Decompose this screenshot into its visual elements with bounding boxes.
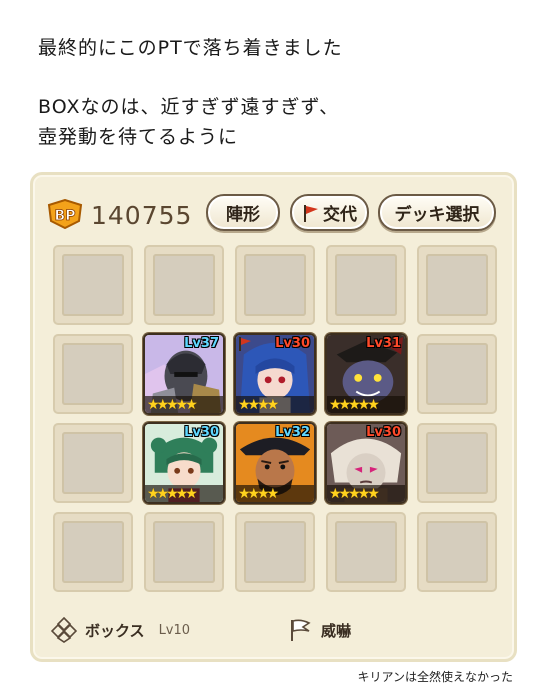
leader-skill-info: 威嚇 <box>287 617 351 643</box>
leader-skill-name: 威嚇 <box>321 621 352 640</box>
empty-slot[interactable] <box>417 512 497 592</box>
formation-button-label: 陣形 <box>226 205 260 225</box>
star-rating: ★★★★★ <box>147 396 198 413</box>
unit-card-blue-hair-girl[interactable]: Lv30 ★★★★ <box>234 333 316 415</box>
unit-card-pirate[interactable]: Lv32 ★★★★ <box>234 422 316 504</box>
empty-slot[interactable] <box>326 512 406 592</box>
empty-slot[interactable] <box>53 512 133 592</box>
star-rating: ★★★★★ <box>329 396 380 413</box>
leader-flag-outline-icon <box>291 619 311 641</box>
empty-slot[interactable] <box>417 334 497 414</box>
formation-grid: Lv37 ★★★★★ Lv30 ★★★★ Lv31 ★★★★★ Lv30 ★★★… <box>53 245 497 592</box>
unit-card-knight[interactable]: Lv37 ★★★★★ <box>143 333 225 415</box>
empty-slot[interactable] <box>144 512 224 592</box>
bp-value: 140755 <box>91 201 193 230</box>
unit-level: Lv32 <box>275 425 310 440</box>
unit-stars: ★★★★★ <box>327 396 405 413</box>
unit-stars: ★★★★★ <box>145 485 223 502</box>
unit-stars: ★★★★ <box>236 485 314 502</box>
note-line-1: 最終的にこのPTで落ち着きました <box>38 37 343 59</box>
note-line-2: BOXなのは、近すぎず遠すぎず、 <box>38 96 340 118</box>
empty-slot[interactable] <box>53 245 133 325</box>
empty-slot[interactable] <box>53 423 133 503</box>
empty-slot[interactable] <box>235 245 315 325</box>
unit-card-beast[interactable]: Lv31 ★★★★★ <box>325 333 407 415</box>
formation-diamond-icon <box>51 617 77 643</box>
swap-button[interactable]: 交代 <box>290 194 369 231</box>
star-rating: ★★★★ <box>238 396 279 413</box>
formation-info: ボックス Lv10 <box>51 617 190 643</box>
unit-card-green-hair-girl[interactable]: Lv30 ★★★★★ <box>143 422 225 504</box>
caption: キリアンは全然使えなかった <box>357 670 513 684</box>
unit-stars: ★★★★ <box>236 396 314 413</box>
unit-level: Lv37 <box>184 336 219 351</box>
star-rating: ★★★★★ <box>329 485 380 502</box>
bp-label: BP <box>55 208 76 224</box>
formation-name: ボックス <box>85 621 145 640</box>
star-rating: ★★★★ <box>238 485 279 502</box>
formation-level: Lv10 <box>158 622 191 638</box>
empty-slot[interactable] <box>417 245 497 325</box>
formation-button[interactable]: 陣形 <box>206 194 280 231</box>
unit-stars: ★★★★★ <box>145 396 223 413</box>
star-rating: ★★★★★ <box>147 485 198 502</box>
unit-stars: ★★★★★ <box>327 485 405 502</box>
swap-button-label: 交代 <box>323 205 357 225</box>
empty-slot[interactable] <box>144 245 224 325</box>
unit-level: Lv30 <box>184 425 219 440</box>
leader-flag-icon <box>239 337 251 351</box>
unit-level: Lv31 <box>366 336 401 351</box>
unit-level: Lv30 <box>366 425 401 440</box>
party-panel: BP 140755 陣形 交代 デッキ選択 Lv37 ★★★★★ Lv30 ★★… <box>30 172 517 662</box>
empty-slot[interactable] <box>326 245 406 325</box>
bp-badge-icon: BP <box>47 199 83 229</box>
deck-select-button[interactable]: デッキ選択 <box>378 194 496 231</box>
empty-slot[interactable] <box>417 423 497 503</box>
empty-slot[interactable] <box>235 512 315 592</box>
unit-level: Lv30 <box>275 336 310 351</box>
note-line-3: 壺発動を待てるように <box>38 126 239 148</box>
deck-select-button-label: デッキ選択 <box>394 205 480 225</box>
flag-icon <box>304 204 318 222</box>
unit-card-pale-creature[interactable]: Lv30 ★★★★★ <box>325 422 407 504</box>
empty-slot[interactable] <box>53 334 133 414</box>
